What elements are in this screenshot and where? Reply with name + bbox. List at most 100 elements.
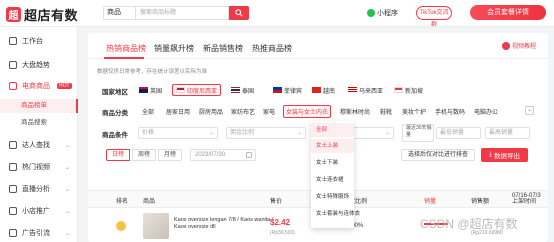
sidebar-item-products[interactable]: 电商商品 HOT ⌃	[0, 78, 78, 94]
category-kitchen[interactable]: 厨房用品	[199, 107, 223, 116]
user-icon	[9, 141, 17, 149]
max-sales-input[interactable]: 最高销量	[485, 127, 530, 139]
search-icon	[235, 9, 243, 17]
sidebar-item-live[interactable]: 直播分析 ⌄	[0, 181, 78, 197]
chevron-down-icon: ⌄	[64, 230, 70, 237]
compare-toggle-button[interactable]: 选择后仅对比进行排查	[401, 149, 475, 161]
dropdown-option-bottoms[interactable]: 女士下装	[311, 156, 354, 170]
category-appliances[interactable]: 家电	[263, 107, 275, 116]
product-title[interactable]: Kaos oversize lengan 7/8 / Kaos wanita /…	[174, 217, 274, 231]
region-philippines[interactable]: 菲律宾	[270, 84, 305, 96]
brand-name: 超店有数	[24, 8, 79, 23]
chevron-down-icon: ⌄	[384, 130, 390, 136]
region-malaysia[interactable]: 马来西亚	[345, 84, 386, 96]
tab-surge[interactable]: 销量飙升榜	[154, 43, 194, 54]
dropdown-option-special[interactable]: 女士特殊服饰	[311, 190, 354, 204]
vip-plan-button[interactable]: 会员套餐详情	[470, 5, 546, 20]
chevron-down-icon: ⌄	[64, 142, 70, 149]
tab-new-products[interactable]: 新品销售榜	[203, 43, 243, 54]
video-tutorial-link[interactable]: 视频教程	[501, 41, 536, 50]
mini-program-label: 小程序	[377, 10, 398, 17]
region-label-text: 泰国	[242, 88, 255, 95]
category-home[interactable]: 居家日用	[166, 107, 190, 116]
region-label: 国家地区	[102, 89, 128, 96]
category-computers[interactable]: 电脑办公	[474, 107, 498, 116]
category-muslim[interactable]: 穆斯林时尚	[340, 107, 370, 116]
product-thumbnail[interactable]	[143, 213, 169, 239]
chevron-down-icon: ⌄	[64, 164, 70, 171]
min-sales-input[interactable]: 最低销量	[436, 127, 481, 139]
tab-promoted[interactable]: 热推商品榜	[252, 43, 292, 54]
mini-program-link[interactable]: 小程序	[367, 8, 398, 18]
export-button[interactable]: ⤓ 数据导出	[481, 148, 528, 162]
chevron-down-icon: ⌄	[64, 186, 70, 193]
chevron-down-icon: ⌄	[296, 130, 302, 136]
category-beauty[interactable]: 美妆个护	[402, 107, 426, 116]
tab-hot-sales[interactable]: 热销商品榜	[106, 43, 146, 54]
dropdown-option-sets[interactable]: 女士套装与连体衣	[311, 207, 360, 221]
region-label-text: 印度尼西亚	[187, 88, 218, 95]
data-disclaimer: 数据仅供日常参考，存在统计误差以实际为准	[97, 69, 208, 75]
sidebar-item-trend[interactable]: 大盘趋势	[0, 57, 78, 73]
region-singapore[interactable]: 新加坡	[391, 84, 426, 96]
category-label: 商品分类	[102, 110, 128, 117]
col-price[interactable]: 售价	[270, 196, 282, 205]
play-icon	[501, 41, 510, 50]
live-icon	[9, 185, 17, 193]
sidebar-sub-product-ranking[interactable]: 商品榜单	[0, 99, 78, 113]
sidebar-sub-product-search[interactable]: 商品搜索	[0, 116, 78, 130]
dropdown-option-dresses[interactable]: 女士连衣裙	[311, 173, 354, 187]
ranking-tabs: 热销商品榜 销量飙升榜 新品销售榜 热推商品榜 视频教程	[88, 33, 548, 59]
period-weekly[interactable]: 周榜	[132, 149, 156, 161]
category-expand-icon[interactable]: ⌄	[525, 106, 534, 115]
commission-select[interactable]: 佣金比例 ⌄	[226, 127, 306, 139]
sidebar-item-label: 直播分析	[22, 186, 50, 193]
product-price-local: (Rp36,500)	[270, 230, 296, 236]
category-shoes[interactable]: 鞋靴	[380, 107, 392, 116]
region-uk[interactable]: 英国	[136, 84, 165, 96]
region-vietnam[interactable]: 越南	[309, 84, 338, 96]
col-sales[interactable]: 销量	[424, 196, 436, 205]
region-indonesia[interactable]: 印度尼西亚	[172, 84, 222, 96]
dropdown-option-tops[interactable]: 女士上装	[311, 139, 354, 153]
category-all[interactable]: 全部	[142, 107, 154, 116]
category-phones[interactable]: 手机与数码	[435, 107, 465, 116]
vietnam-flag-icon	[312, 87, 321, 93]
sidebar-item-label: 小店推广	[22, 208, 50, 215]
sidebar-item-ads[interactable]: 广告引流 ⌄	[0, 225, 78, 241]
search-input[interactable]: 搜索商品标题	[135, 6, 229, 20]
date-picker[interactable]: 2023/07/30	[190, 149, 256, 161]
recent-sales-label: 最近30天销量	[402, 124, 434, 142]
search-button[interactable]	[229, 6, 249, 20]
chevron-up-icon: ⌃	[64, 83, 70, 90]
category-textiles[interactable]: 家纺布艺	[231, 107, 255, 116]
logo[interactable]: 超 超店有数	[6, 5, 78, 24]
period-monthly[interactable]: 月榜	[158, 149, 182, 161]
price-select[interactable]: 价格 ⌄	[138, 127, 218, 139]
listed-date: 07/16-07/3	[512, 193, 541, 199]
top-bar: 超 超店有数 商品 搜索商品标题 小程序 TikTok交流群 会员套餐详情	[0, 0, 554, 28]
store-icon	[9, 207, 17, 215]
tiktok-group-button[interactable]: TikTok交流群	[416, 6, 452, 28]
sidebar-item-workbench[interactable]: 工作台	[0, 33, 78, 49]
region-thailand[interactable]: 泰国	[228, 84, 257, 96]
search-scope-select[interactable]: 商品	[103, 6, 135, 20]
thailand-flag-icon	[231, 87, 240, 93]
download-icon: ⤓	[489, 151, 492, 158]
region-label-text: 新加坡	[405, 88, 424, 95]
sidebar-item-influencers[interactable]: 达人查找 ⌄	[0, 137, 78, 153]
shop-icon	[9, 82, 17, 90]
wechat-icon	[367, 9, 375, 17]
dropdown-option-all[interactable]: 全部	[311, 123, 354, 137]
logo-icon: 超	[6, 7, 21, 22]
video-tutorial-label: 视频教程	[511, 44, 536, 50]
commission-placeholder: 佣金比例	[230, 130, 255, 136]
sidebar: 工作台 大盘趋势 电商商品 HOT ⌃ 商品榜单 商品搜索 达人查找 ⌄ 热门视频 ⌄ …	[0, 27, 78, 242]
period-daily[interactable]: 日榜	[106, 149, 130, 161]
sidebar-item-label: 广告引流	[22, 230, 50, 237]
sidebar-item-videos[interactable]: 热门视频 ⌄	[0, 159, 78, 175]
sidebar-item-store[interactable]: 小店推广 ⌄	[0, 203, 78, 219]
uk-flag-icon	[139, 87, 148, 93]
category-womens-wear[interactable]: 女装与女士内衣	[283, 105, 332, 118]
col-revenue[interactable]: 销售额	[471, 196, 489, 205]
